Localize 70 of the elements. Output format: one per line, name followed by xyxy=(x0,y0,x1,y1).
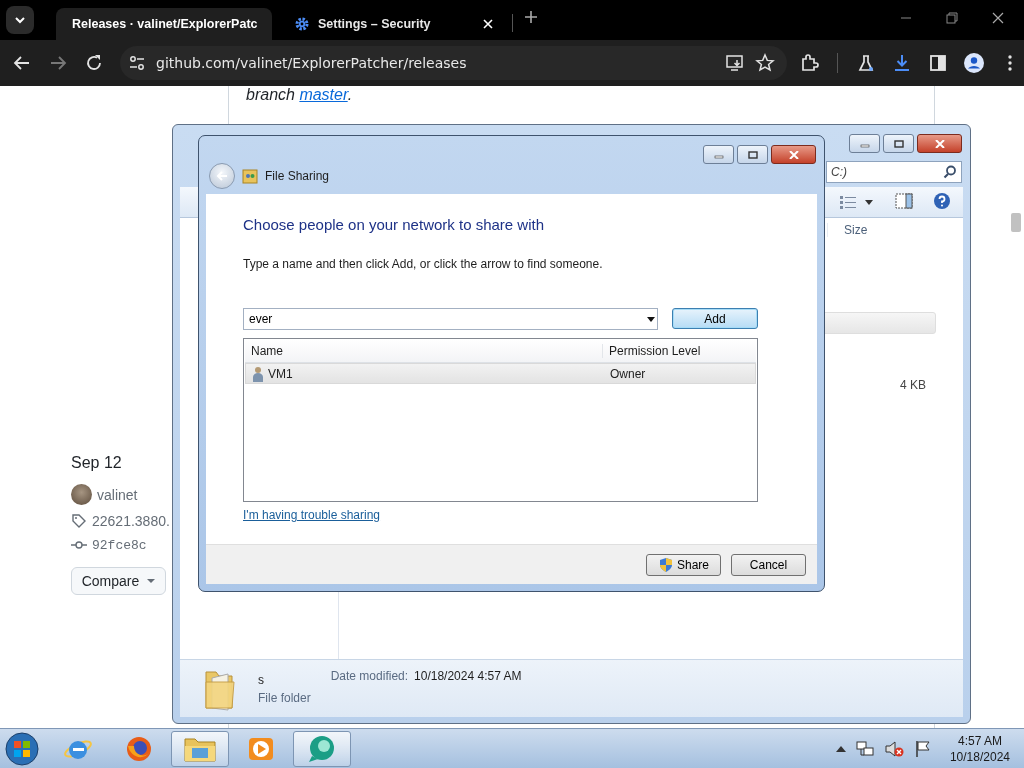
gear-icon xyxy=(294,16,310,32)
star-icon[interactable] xyxy=(755,53,775,73)
share-button[interactable]: Share xyxy=(646,553,721,576)
address-bar[interactable]: github.com/valinet/ExplorerPatcher/releases xyxy=(120,46,787,80)
install-app-icon[interactable] xyxy=(725,53,745,73)
release-text: branch master. xyxy=(246,86,354,104)
taskbar-app[interactable] xyxy=(293,730,351,767)
avatar xyxy=(71,484,92,505)
shield-icon xyxy=(658,556,674,573)
preview-pane-icon[interactable] xyxy=(895,192,913,209)
browser-tab[interactable]: Settings – Security xyxy=(278,8,506,40)
commit-hash[interactable]: 92fce8c xyxy=(92,537,147,553)
list-view-icon xyxy=(839,195,857,209)
close-button[interactable] xyxy=(771,145,816,164)
close-icon xyxy=(934,139,945,148)
list-row[interactable]: VM1 Owner xyxy=(245,363,756,384)
show-hidden-icons-icon[interactable] xyxy=(835,744,846,753)
volume-muted-icon[interactable] xyxy=(883,739,904,758)
maximize-icon xyxy=(747,150,758,159)
clock-time: 4:57 AM xyxy=(957,733,1002,748)
branch-link[interactable]: master xyxy=(299,86,348,103)
windows-orb-icon xyxy=(5,731,39,766)
flag-icon[interactable] xyxy=(913,739,932,758)
tag-icon xyxy=(71,513,87,529)
clock-date: 10/18/2024 xyxy=(949,749,1010,764)
column-header[interactable]: Permission Level xyxy=(602,344,756,358)
dialog-heading: Choose people on your network to share with xyxy=(243,216,545,233)
tab-search-button[interactable] xyxy=(6,6,34,34)
minimize-button[interactable] xyxy=(849,134,880,153)
date-label: Date modified: xyxy=(330,669,409,683)
caret-icon xyxy=(865,199,873,205)
date-value: 10/18/2024 4:57 AM xyxy=(414,669,522,683)
column-header[interactable]: Size xyxy=(827,223,927,237)
close-icon xyxy=(788,150,799,159)
cancel-button[interactable]: Cancel xyxy=(731,553,806,576)
window-title: File Sharing xyxy=(265,169,330,183)
browser-tab[interactable]: Releases · valinet/ExplorerPatc xyxy=(56,8,272,40)
back-arrow-icon xyxy=(216,170,228,182)
column-header[interactable]: Name xyxy=(245,344,602,358)
view-options-button[interactable] xyxy=(839,195,873,209)
people-icon xyxy=(242,168,258,184)
caret-icon xyxy=(147,578,156,584)
back-button[interactable] xyxy=(209,163,235,189)
network-icon[interactable] xyxy=(855,739,874,758)
item-type: File folder xyxy=(258,690,311,705)
author-name[interactable]: valinet xyxy=(97,486,138,503)
compare-button[interactable]: Compare xyxy=(71,567,166,595)
search-field[interactable]: C:) xyxy=(826,161,962,183)
new-tab-icon[interactable] xyxy=(523,9,539,25)
maximize-button[interactable] xyxy=(883,134,914,153)
item-name: s xyxy=(258,672,265,687)
name-combo-box[interactable]: ever xyxy=(243,308,658,330)
release-date: Sep 12 xyxy=(71,454,123,472)
maximize-icon xyxy=(893,139,904,148)
clock[interactable]: 4:57 AM 10/18/2024 xyxy=(949,733,1010,764)
help-link[interactable]: I'm having trouble sharing xyxy=(243,508,381,522)
start-button[interactable] xyxy=(3,729,41,768)
close-button[interactable] xyxy=(917,134,962,153)
maximize-button[interactable] xyxy=(737,145,768,164)
taskbar-app[interactable] xyxy=(171,730,229,767)
add-button[interactable]: Add xyxy=(672,308,758,329)
tag-name[interactable]: 22621.3880. xyxy=(92,513,170,529)
file-size: 4 KB xyxy=(900,378,926,392)
minimize-button[interactable] xyxy=(703,145,734,164)
user-icon xyxy=(252,365,264,382)
instruction-text: Type a name and then click Add, or click the arrow to find someone. xyxy=(243,257,604,271)
permission-level[interactable]: Owner xyxy=(603,366,755,381)
site-settings-icon[interactable] xyxy=(128,54,146,72)
help-icon[interactable] xyxy=(933,191,951,210)
user-name: VM1 xyxy=(268,366,293,381)
